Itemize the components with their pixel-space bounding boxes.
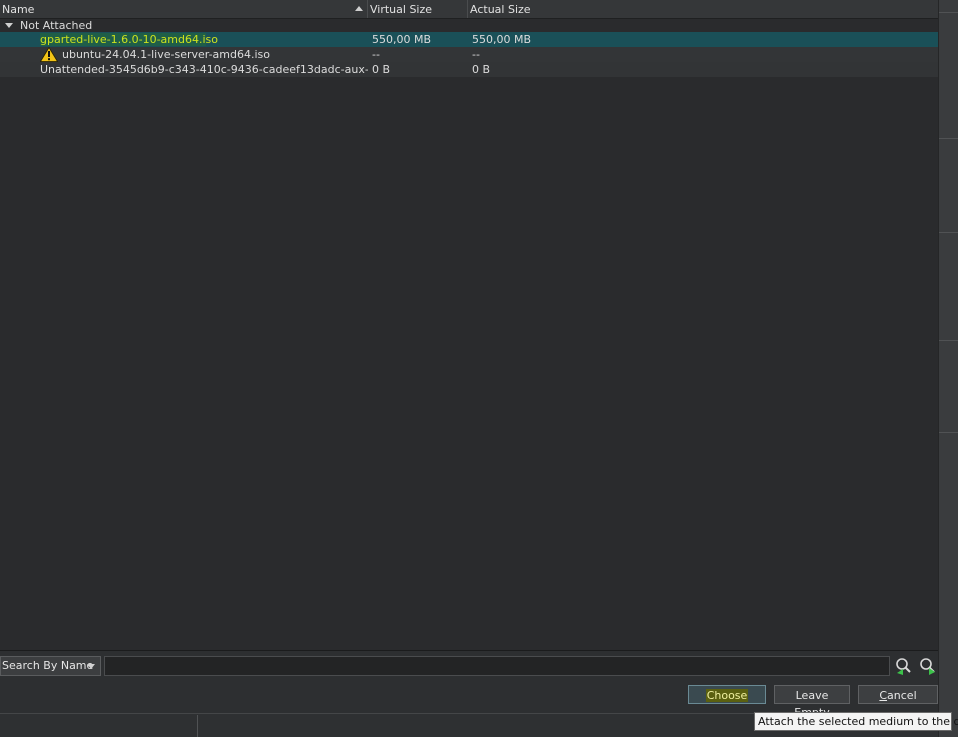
leave-empty-button[interactable]: Leave Empty bbox=[774, 685, 850, 719]
edge-divider bbox=[939, 340, 958, 341]
column-header-actual-size[interactable]: Actual Size bbox=[468, 0, 938, 18]
cancel-mnemonic: C bbox=[879, 689, 888, 702]
choose-button[interactable]: Choose bbox=[688, 685, 766, 704]
sort-ascending-icon bbox=[355, 6, 363, 11]
edge-divider bbox=[939, 432, 958, 433]
cancel-button[interactable]: Cancel bbox=[858, 685, 938, 704]
virtual-size-value: 550,00 MB bbox=[372, 33, 432, 46]
edge-divider bbox=[939, 12, 958, 13]
column-actual-size-label: Actual Size bbox=[470, 3, 531, 16]
media-table[interactable]: Name Virtual Size Actual Size Not Attach… bbox=[0, 0, 938, 651]
edge-divider bbox=[939, 138, 958, 139]
window-side-edge bbox=[938, 0, 958, 737]
search-prev-icon[interactable] bbox=[894, 656, 914, 676]
choose-button-label: Choose bbox=[705, 689, 749, 702]
expand-arrow-icon[interactable] bbox=[5, 23, 13, 28]
table-row-ubuntu[interactable]: ubuntu-24.04.1-live-server-amd64.iso -- … bbox=[0, 47, 938, 62]
search-mode-dropdown[interactable]: Search By Name bbox=[0, 656, 101, 676]
tooltip: Attach the selected medium to the drive bbox=[754, 712, 958, 731]
edge-divider bbox=[939, 232, 958, 233]
virtual-size-value: -- bbox=[372, 48, 380, 61]
cancel-label-rest: ancel bbox=[887, 689, 917, 702]
actual-size-value: 0 B bbox=[472, 63, 491, 76]
warning-icon bbox=[40, 47, 58, 62]
table-header: Name Virtual Size Actual Size bbox=[0, 0, 938, 19]
actual-size-value: 550,00 MB bbox=[472, 33, 532, 46]
column-virtual-size-label: Virtual Size bbox=[370, 3, 433, 16]
medium-name: ubuntu-24.04.1-live-server-amd64.iso bbox=[62, 48, 271, 61]
search-mode-label: Search By Name bbox=[2, 659, 94, 672]
actual-size-value: -- bbox=[472, 48, 480, 61]
search-input[interactable] bbox=[104, 656, 890, 676]
table-row-unattended[interactable]: Unattended-3545d6b9-c343-410c-9436-cadee… bbox=[0, 62, 938, 77]
medium-name: gparted-live-1.6.0-10-amd64.iso bbox=[40, 32, 218, 47]
leave-empty-label-a: Leave bbox=[795, 689, 829, 702]
medium-name-rest: so bbox=[205, 33, 219, 46]
group-row-not-attached[interactable]: Not Attached bbox=[0, 18, 938, 33]
column-header-virtual-size[interactable]: Virtual Size bbox=[368, 0, 468, 18]
group-label: Not Attached bbox=[20, 19, 93, 32]
column-header-name[interactable]: Name bbox=[0, 0, 368, 18]
medium-selector-window: Name Virtual Size Actual Size Not Attach… bbox=[0, 0, 958, 737]
table-row-gparted[interactable]: gparted-live-1.6.0-10-amd64.iso 550,00 M… bbox=[0, 32, 938, 47]
chevron-down-icon bbox=[87, 664, 95, 669]
virtual-size-value: 0 B bbox=[372, 63, 391, 76]
column-name-label: Name bbox=[2, 3, 35, 16]
medium-name: Unattended-3545d6b9-c343-410c-9436-cadee… bbox=[40, 63, 368, 76]
search-next-icon[interactable] bbox=[918, 656, 938, 676]
search-highlight: gparted-live-1.6.0-10-amd64.i bbox=[40, 33, 206, 46]
status-separator bbox=[197, 715, 198, 737]
